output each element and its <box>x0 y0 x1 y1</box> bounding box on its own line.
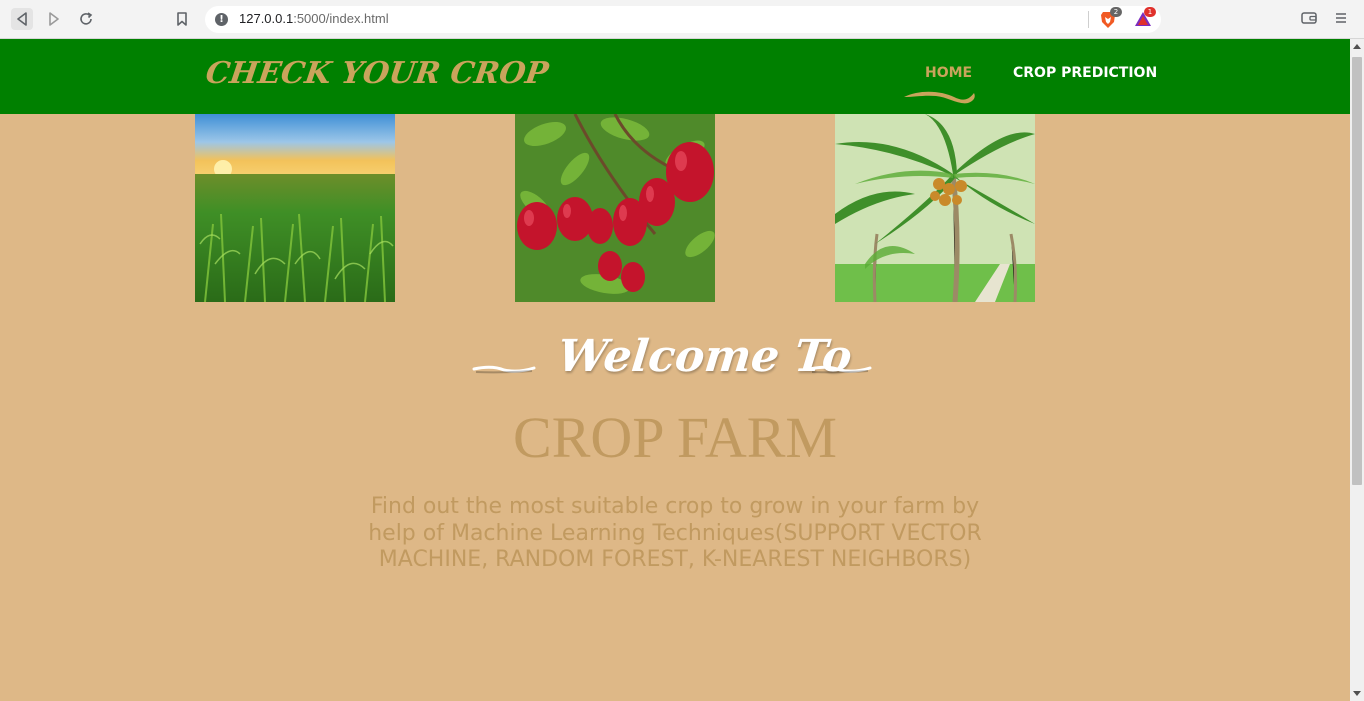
welcome-right-flourish <box>808 365 872 374</box>
url-text[interactable]: 127.0.0.1:5000/index.html <box>239 11 389 26</box>
site-header: CHECK YOUR CROP HOME CROP PREDICTION <box>0 39 1350 114</box>
brave-shields-button[interactable]: 2 <box>1100 7 1122 29</box>
bookmark-button[interactable] <box>171 8 193 30</box>
nav-home-link[interactable]: HOME <box>925 65 972 81</box>
address-separator <box>1088 11 1089 28</box>
browser-toolbar: ! 127.0.0.1:5000/index.html 2 1 <box>0 0 1364 39</box>
back-button[interactable] <box>11 8 33 30</box>
scroll-down-arrow-icon[interactable] <box>1353 691 1361 696</box>
url-path: :5000/index.html <box>293 11 389 26</box>
rewards-badge: 1 <box>1144 7 1156 17</box>
wallet-icon <box>1301 12 1317 24</box>
reload-icon <box>80 12 93 25</box>
welcome-left-flourish <box>472 365 536 374</box>
site-logo[interactable]: CHECK YOUR CROP <box>204 56 551 91</box>
info-icon[interactable]: ! <box>215 13 228 26</box>
coconut-tree-image <box>835 114 1035 302</box>
forward-button[interactable] <box>43 8 65 30</box>
forward-icon <box>49 12 59 26</box>
wallet-button[interactable] <box>1300 10 1320 30</box>
welcome-heading-row: Welcome To <box>470 329 880 389</box>
address-bar[interactable]: ! 127.0.0.1:5000/index.html 2 1 <box>205 6 1161 33</box>
page: CHECK YOUR CROP HOME CROP PREDICTION Wel… <box>0 39 1350 701</box>
menu-button[interactable] <box>1334 10 1354 30</box>
page-title: CROP FARM <box>513 405 837 470</box>
apple-tree-image <box>515 114 715 302</box>
brave-rewards-button[interactable]: 1 <box>1134 7 1156 29</box>
nav-crop-prediction-link[interactable]: CROP PREDICTION <box>1013 65 1157 81</box>
corn-field-image <box>195 114 395 302</box>
welcome-heading: Welcome To <box>555 331 855 382</box>
back-icon <box>17 12 27 26</box>
scroll-up-arrow-icon[interactable] <box>1353 44 1361 49</box>
bookmark-icon <box>177 12 187 26</box>
active-nav-swash <box>904 91 975 104</box>
shields-badge: 2 <box>1110 7 1122 17</box>
hero-description: Find out the most suitable crop to grow … <box>368 494 982 572</box>
page-scrollbar[interactable] <box>1350 39 1364 701</box>
menu-icon <box>1336 13 1346 23</box>
scroll-thumb[interactable] <box>1352 57 1362 485</box>
reload-button[interactable] <box>75 8 97 30</box>
url-domain: 127.0.0.1 <box>239 11 294 26</box>
